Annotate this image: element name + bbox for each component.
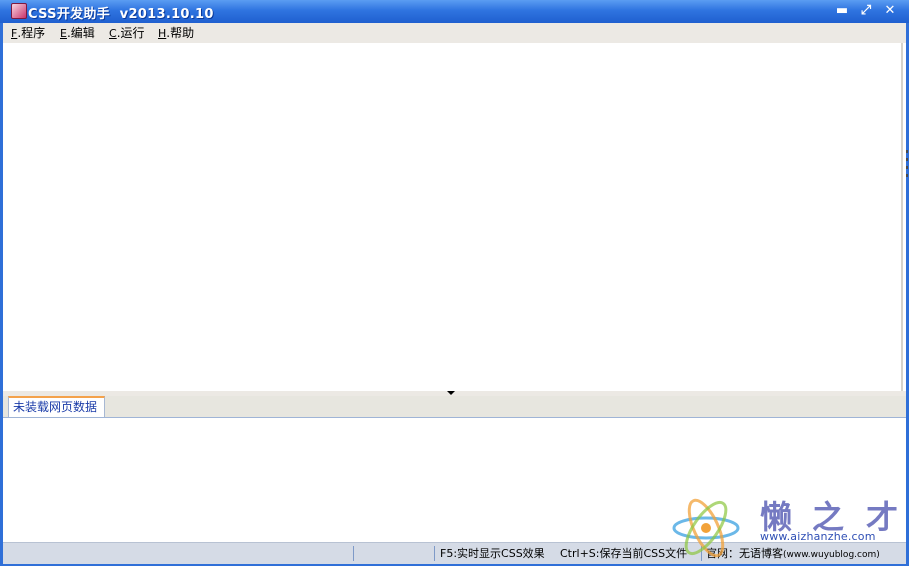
watermark-atom-icon bbox=[672, 498, 740, 558]
minimize-button[interactable]: ▬ bbox=[833, 3, 851, 19]
status-separator bbox=[434, 546, 435, 561]
watermark-logo: 懒 之 才 www.aizhanzhe.com bbox=[672, 490, 908, 566]
app-icon bbox=[11, 3, 27, 19]
close-button[interactable]: ✕ bbox=[881, 3, 899, 19]
menu-run-key: C bbox=[109, 27, 117, 40]
status-separator bbox=[353, 546, 354, 561]
status-save-hint: Ctrl+S:保存当前CSS文件 bbox=[560, 547, 688, 560]
menu-help-key: H bbox=[158, 27, 167, 40]
menu-bar: F.程序 E.编辑 C.运行 H.帮助 bbox=[3, 23, 906, 43]
menu-run-label: 运行 bbox=[120, 26, 145, 40]
status-f5-hint: F5:实时显示CSS效果 bbox=[440, 547, 545, 560]
menu-program[interactable]: F.程序 bbox=[11, 25, 45, 41]
menu-run[interactable]: C.运行 bbox=[109, 25, 145, 41]
css-editor-area[interactable] bbox=[3, 43, 903, 391]
menu-program-label: 程序 bbox=[21, 26, 46, 40]
title-bar[interactable]: CSS开发助手 v2013.10.10 ▬ ⤢ ✕ bbox=[0, 0, 909, 23]
menu-edit[interactable]: E.编辑 bbox=[60, 25, 95, 41]
restore-button[interactable]: ⤢ bbox=[857, 3, 875, 19]
tab-strip: 未装载网页数据 bbox=[3, 396, 906, 418]
menu-help[interactable]: H.帮助 bbox=[158, 25, 194, 41]
watermark-url: www.aizhanzhe.com bbox=[760, 530, 876, 543]
resize-grip-icon[interactable] bbox=[905, 150, 909, 190]
splitter-arrow-icon[interactable] bbox=[447, 391, 455, 395]
menu-edit-label: 编辑 bbox=[70, 26, 95, 40]
menu-program-key: F bbox=[11, 27, 18, 40]
menu-help-label: 帮助 bbox=[170, 26, 195, 40]
tab-page-data[interactable]: 未装载网页数据 bbox=[8, 396, 105, 417]
window-title: CSS开发助手 v2013.10.10 bbox=[28, 7, 214, 22]
menu-edit-key: E bbox=[60, 27, 67, 40]
